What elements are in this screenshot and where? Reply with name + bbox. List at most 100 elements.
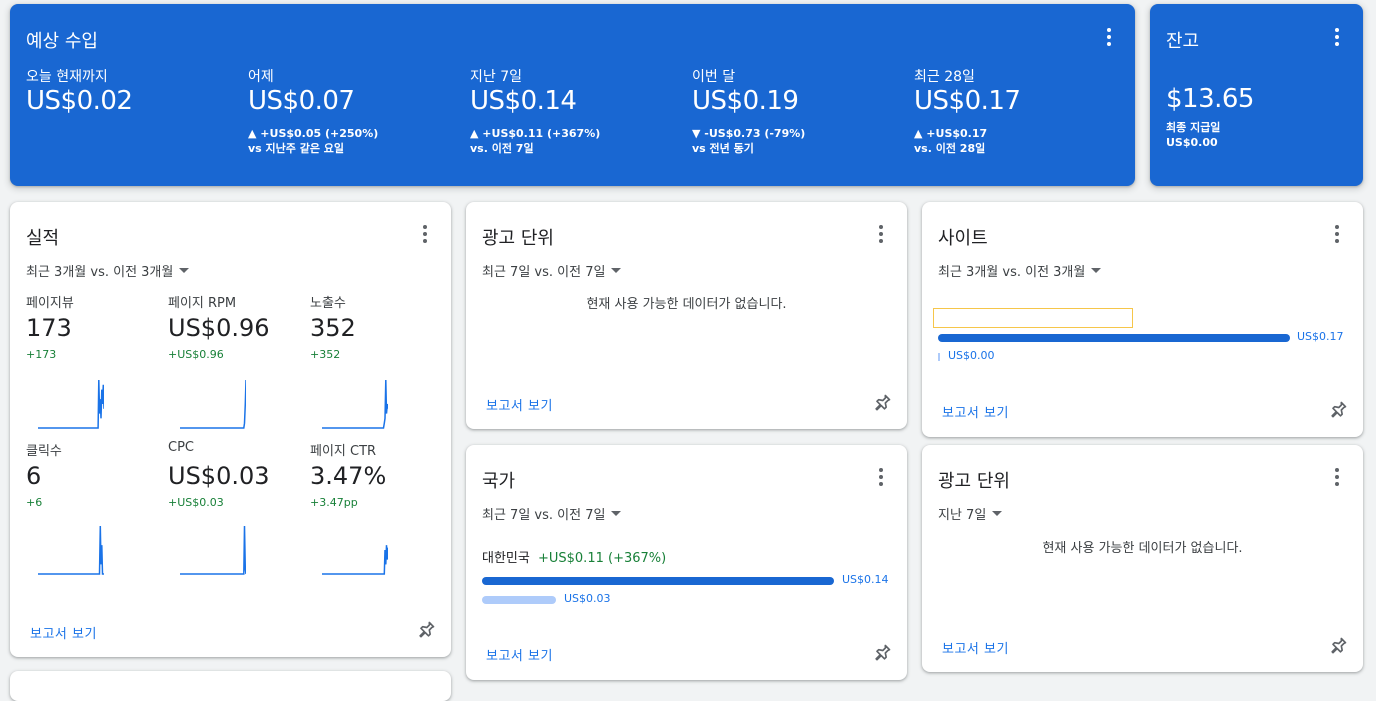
sites-more-icon[interactable] bbox=[1325, 222, 1349, 246]
est-value: US$0.07 bbox=[248, 86, 355, 116]
ad-units-2-title: 광고 단위 bbox=[938, 471, 1010, 492]
pin-icon[interactable] bbox=[872, 643, 892, 663]
metric-delta: +173 bbox=[26, 348, 57, 361]
sparkline bbox=[38, 525, 104, 575]
range-label: 최근 3개월 vs. 이전 3개월 bbox=[26, 265, 174, 280]
metric-delta: +6 bbox=[26, 496, 43, 509]
est-metric-today[interactable]: 오늘 현재까지 US$0.02 bbox=[26, 62, 236, 162]
countries-report-link[interactable]: 보고서 보기 bbox=[486, 645, 553, 664]
estimated-more-icon[interactable] bbox=[1097, 25, 1121, 49]
ad-units-title: 광고 단위 bbox=[482, 228, 554, 249]
ad-units-2-range-dropdown[interactable]: 지난 7일 bbox=[938, 504, 1003, 523]
metric-value: 173 bbox=[26, 314, 72, 342]
metric-label: 노출수 bbox=[310, 296, 346, 311]
countries-range-dropdown[interactable]: 최근 7일 vs. 이전 7일 bbox=[482, 504, 622, 523]
metric-label: 페이지 CTR bbox=[310, 444, 377, 459]
site-name-box[interactable] bbox=[933, 308, 1133, 328]
performance-range-dropdown[interactable]: 최근 3개월 vs. 이전 3개월 bbox=[26, 261, 190, 280]
perf-metric-pageviews[interactable]: 페이지뷰 173 +173 bbox=[26, 292, 156, 432]
est-label: 이번 달 bbox=[692, 69, 736, 85]
site-bar-previous bbox=[938, 353, 940, 361]
ad-units-2-more-icon[interactable] bbox=[1325, 465, 1349, 489]
metric-delta: +352 bbox=[310, 348, 341, 361]
countries-card: 국가 최근 7일 vs. 이전 7일 대한민국 +US$0.11 (+367%)… bbox=[466, 445, 907, 680]
est-delta: ▲ +US$0.11 (+367%) bbox=[470, 127, 601, 140]
est-metric-yesterday[interactable]: 어제 US$0.07 ▲ +US$0.05 (+250%) vs 지난주 같은 … bbox=[248, 62, 458, 162]
metric-label: CPC bbox=[168, 440, 194, 455]
balance-value: $13.65 bbox=[1166, 84, 1254, 114]
ad-units-more-icon[interactable] bbox=[869, 222, 893, 246]
country-row[interactable]: 대한민국 +US$0.11 (+367%) bbox=[482, 547, 666, 566]
sites-report-link[interactable]: 보고서 보기 bbox=[942, 402, 1009, 421]
ad-units-range-dropdown[interactable]: 최근 7일 vs. 이전 7일 bbox=[482, 261, 622, 280]
range-label: 최근 7일 vs. 이전 7일 bbox=[482, 265, 606, 280]
est-delta: ▲ +US$0.05 (+250%) bbox=[248, 127, 379, 140]
country-bar-previous bbox=[482, 596, 556, 604]
est-delta: ▼ -US$0.73 (-79%) bbox=[692, 127, 806, 140]
balance-sub-label: 최종 지급일 bbox=[1166, 121, 1221, 134]
estimated-earnings-title: 예상 수입 bbox=[26, 31, 98, 52]
perf-metric-ctr[interactable]: 페이지 CTR 3.47% +3.47pp bbox=[310, 440, 440, 580]
ad-units-card: 광고 단위 최근 7일 vs. 이전 7일 현재 사용 가능한 데이터가 없습니… bbox=[466, 202, 907, 429]
est-compare: vs. 이전 7일 bbox=[470, 142, 534, 155]
balance-card: 잔고 $13.65 최종 지급일 US$0.00 bbox=[1150, 4, 1363, 186]
est-label: 최근 28일 bbox=[914, 69, 975, 85]
perf-metric-cpc[interactable]: CPC US$0.03 +US$0.03 bbox=[168, 440, 298, 580]
estimated-earnings-card: 예상 수입 오늘 현재까지 US$0.02 어제 US$0.07 ▲ +US$0… bbox=[10, 4, 1135, 186]
est-metric-this-month[interactable]: 이번 달 US$0.19 ▼ -US$0.73 (-79%) vs 전년 동기 bbox=[692, 62, 902, 162]
sites-range-dropdown[interactable]: 최근 3개월 vs. 이전 3개월 bbox=[938, 261, 1102, 280]
sparkline bbox=[322, 545, 388, 575]
performance-more-icon[interactable] bbox=[413, 222, 437, 246]
range-label: 최근 7일 vs. 이전 7일 bbox=[482, 508, 606, 523]
metric-value: 352 bbox=[310, 314, 356, 342]
metric-value: 6 bbox=[26, 462, 42, 490]
sparkline-series bbox=[180, 379, 246, 429]
balance-more-icon[interactable] bbox=[1325, 25, 1349, 49]
pin-icon[interactable] bbox=[1328, 400, 1348, 420]
perf-metric-rpm[interactable]: 페이지 RPM US$0.96 +US$0.96 bbox=[168, 292, 298, 432]
countries-title: 국가 bbox=[482, 471, 516, 492]
site-bar-previous-label: US$0.00 bbox=[948, 349, 995, 362]
sparkline-series bbox=[38, 525, 104, 575]
est-compare: vs. 이전 28일 bbox=[914, 142, 986, 155]
chevron-down-icon bbox=[611, 268, 622, 273]
pin-icon[interactable] bbox=[416, 620, 436, 640]
est-value: US$0.17 bbox=[914, 86, 1021, 116]
ad-units-2-report-link[interactable]: 보고서 보기 bbox=[942, 638, 1009, 657]
metric-label: 클릭수 bbox=[26, 444, 62, 459]
est-delta: ▲ +US$0.17 bbox=[914, 127, 988, 140]
ad-units-report-link[interactable]: 보고서 보기 bbox=[486, 395, 553, 414]
perf-metric-impressions[interactable]: 노출수 352 +352 bbox=[310, 292, 440, 432]
ad-units-2-empty-message: 현재 사용 가능한 데이터가 없습니다. bbox=[1042, 541, 1243, 556]
est-metric-last7[interactable]: 지난 7일 US$0.14 ▲ +US$0.11 (+367%) vs. 이전 … bbox=[470, 62, 680, 162]
sites-title: 사이트 bbox=[938, 228, 988, 249]
est-value: US$0.02 bbox=[26, 86, 133, 116]
chevron-down-icon bbox=[179, 268, 190, 273]
sparkline bbox=[180, 525, 246, 575]
est-metric-last28[interactable]: 최근 28일 US$0.17 ▲ +US$0.17 vs. 이전 28일 bbox=[914, 62, 1124, 162]
est-value: US$0.19 bbox=[692, 86, 799, 116]
range-label: 최근 3개월 vs. 이전 3개월 bbox=[938, 265, 1086, 280]
est-label: 지난 7일 bbox=[470, 69, 522, 85]
countries-more-icon[interactable] bbox=[869, 465, 893, 489]
pin-icon[interactable] bbox=[872, 393, 892, 413]
est-label: 어제 bbox=[248, 69, 274, 85]
ad-units-empty-message: 현재 사용 가능한 데이터가 없습니다. bbox=[586, 297, 787, 312]
sparkline-series bbox=[322, 545, 388, 575]
sparkline bbox=[180, 379, 246, 429]
performance-report-link[interactable]: 보고서 보기 bbox=[30, 623, 97, 642]
metric-label: 페이지뷰 bbox=[26, 296, 74, 311]
metric-value: 3.47% bbox=[310, 462, 387, 490]
sparkline-series bbox=[322, 379, 388, 429]
balance-sub-value: US$0.00 bbox=[1166, 136, 1218, 149]
site-bar-current bbox=[938, 334, 1290, 342]
performance-title: 실적 bbox=[26, 228, 60, 249]
perf-metric-clicks[interactable]: 클릭수 6 +6 bbox=[26, 440, 156, 580]
metric-value: US$0.03 bbox=[168, 462, 270, 490]
sites-card: 사이트 최근 3개월 vs. 이전 3개월 US$0.17 US$0.00 보고… bbox=[922, 202, 1363, 437]
pin-icon[interactable] bbox=[1328, 636, 1348, 656]
chevron-down-icon bbox=[1091, 268, 1102, 273]
metric-delta: +US$0.96 bbox=[168, 348, 224, 361]
est-label: 오늘 현재까지 bbox=[26, 69, 108, 85]
sparkline bbox=[38, 379, 104, 429]
